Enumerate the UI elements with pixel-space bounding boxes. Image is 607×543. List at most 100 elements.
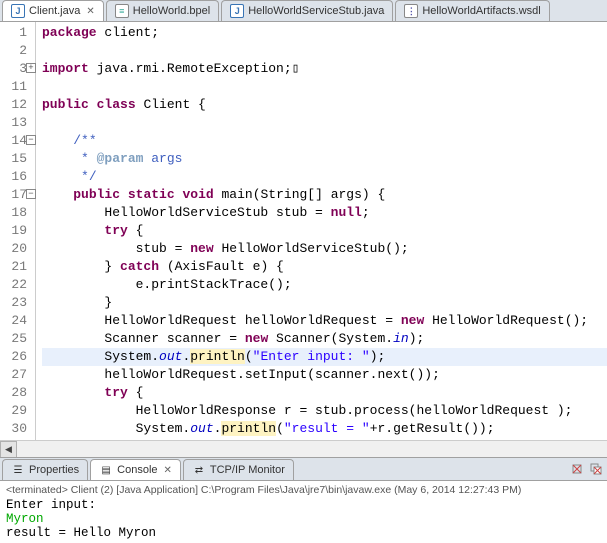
editor-tab[interactable]: J Client.java ✕ [2,0,104,21]
code-line[interactable]: public static void main(String[] args) { [42,186,607,204]
code-line[interactable]: HelloWorldRequest helloWorldRequest = ne… [42,312,607,330]
code-line[interactable]: package client; [42,24,607,42]
tab-label: HelloWorldArtifacts.wsdl [422,5,540,17]
kw-token: class [97,97,136,112]
code-editor[interactable]: 123+11121314−151617−18192021222324252627… [0,22,607,440]
doc-token: /** [73,133,96,148]
yellow-token: println [190,349,245,364]
code-line[interactable]: */ [42,168,607,186]
view-tab[interactable]: ☰Properties [2,459,88,480]
code-line[interactable]: HelloWorldResponse r = stub.process(hell… [42,402,607,420]
kw-token: package [42,25,97,40]
line-number: 21 [0,258,35,276]
code-line[interactable] [42,78,607,96]
doc-token: * [73,151,96,166]
line-number: 13 [0,114,35,132]
line-number: 14− [0,132,35,150]
kw-token: static [128,187,175,202]
kw-token: public [73,187,120,202]
kw-token: new [401,313,424,328]
line-number: 30 [0,420,35,438]
close-icon[interactable]: ✕ [86,6,94,17]
code-line[interactable]: stub = new HelloWorldServiceStub(); [42,240,607,258]
remove-launch-icon[interactable] [569,461,585,477]
code-line[interactable]: /** [42,132,607,150]
code-line[interactable]: Scanner scanner = new Scanner(System.in)… [42,330,607,348]
java-file-icon: J [230,4,244,18]
editor-tab[interactable]: JHelloWorldServiceStub.java [221,0,393,21]
kw-token: null [331,205,362,220]
view-icon: ⇄ [192,463,206,477]
view-tab-label: Console [117,464,157,476]
code-line[interactable]: System.out.println("result = "+r.getResu… [42,420,607,438]
view-tab[interactable]: ▤ Console ✕ [90,459,181,480]
line-number: 28 [0,384,35,402]
fold-collapse-icon[interactable]: − [26,135,36,145]
fold-expand-icon[interactable]: + [26,63,36,73]
str-token: "result = " [284,421,370,436]
code-line[interactable]: } [42,294,607,312]
scroll-left-icon[interactable]: ◀ [0,441,17,458]
console-line: result = Hello Myron [6,526,601,540]
line-gutter: 123+11121314−151617−18192021222324252627… [0,22,36,440]
code-line[interactable]: e.printStackTrace(); [42,276,607,294]
kw-token: new [245,331,268,346]
tab-label: HelloWorld.bpel [133,5,210,17]
console-line: Myron [6,512,601,526]
editor-tab[interactable]: ≡ HelloWorld.bpel [106,0,219,21]
line-number: 29 [0,402,35,420]
view-tab-label: TCP/IP Monitor [210,464,285,476]
kw-token: public [42,97,89,112]
str-token: "Enter input: " [253,349,370,364]
line-number: 26 [0,348,35,366]
remove-all-icon[interactable] [588,461,604,477]
line-number: 27 [0,366,35,384]
kw-token: catch [120,259,159,274]
console-line: Enter input: [6,498,601,512]
view-icon: ▤ [99,463,113,477]
line-number: 1 [0,24,35,42]
code-line[interactable]: helloWorldRequest.setInput(scanner.next(… [42,366,607,384]
wsdl-file-icon: ⋮ [404,4,418,18]
console-launch-label: <terminated> Client (2) [Java Applicatio… [6,484,601,496]
line-number: 2 [0,42,35,60]
code-line[interactable]: try { [42,222,607,240]
view-tab[interactable]: ⇄ TCP/IP Monitor [183,459,294,480]
code-line[interactable] [42,114,607,132]
editor-tab-bar: JClient.java✕≡HelloWorld.bpelJHelloWorld… [0,0,607,22]
field-token: out [190,421,213,436]
line-number: 24 [0,312,35,330]
bpel-file-icon: ≡ [115,4,129,18]
code-line[interactable]: import java.rmi.RemoteException;▯ [42,60,607,78]
code-line[interactable]: System.out.println("Enter input: "); [42,348,607,366]
kw-token: try [104,385,127,400]
line-number: 3+ [0,60,35,78]
field-token: in [393,331,409,346]
code-line[interactable] [42,42,607,60]
code-line[interactable]: public class Client { [42,96,607,114]
kw-token: void [182,187,213,202]
tab-label: Client.java [29,5,80,17]
console-output[interactable]: Enter input: Myronresult = Hello Myron [6,498,601,540]
view-tab-label: Properties [29,464,79,476]
code-line[interactable]: HelloWorldServiceStub stub = null; [42,204,607,222]
line-number: 23 [0,294,35,312]
code-line[interactable]: } catch (AxisFault e) { [42,258,607,276]
doctag-token: @param [97,151,144,166]
line-number: 18 [0,204,35,222]
code-line[interactable]: * @param args [42,150,607,168]
editor-tab[interactable]: ⋮ HelloWorldArtifacts.wsdl [395,0,549,21]
yellow-token: println [221,421,276,436]
line-number: 22 [0,276,35,294]
fold-collapse-icon[interactable]: − [26,189,36,199]
line-number: 19 [0,222,35,240]
line-number: 20 [0,240,35,258]
java-file-icon: J [11,4,25,18]
horizontal-scrollbar[interactable]: ◀ [0,440,607,457]
code-area[interactable]: package client; import java.rmi.RemoteExc… [36,22,607,440]
close-icon[interactable]: ✕ [164,465,172,476]
field-token: out [159,349,182,364]
line-number: 12 [0,96,35,114]
console-view: <terminated> Client (2) [Java Applicatio… [0,481,607,543]
code-line[interactable]: try { [42,384,607,402]
